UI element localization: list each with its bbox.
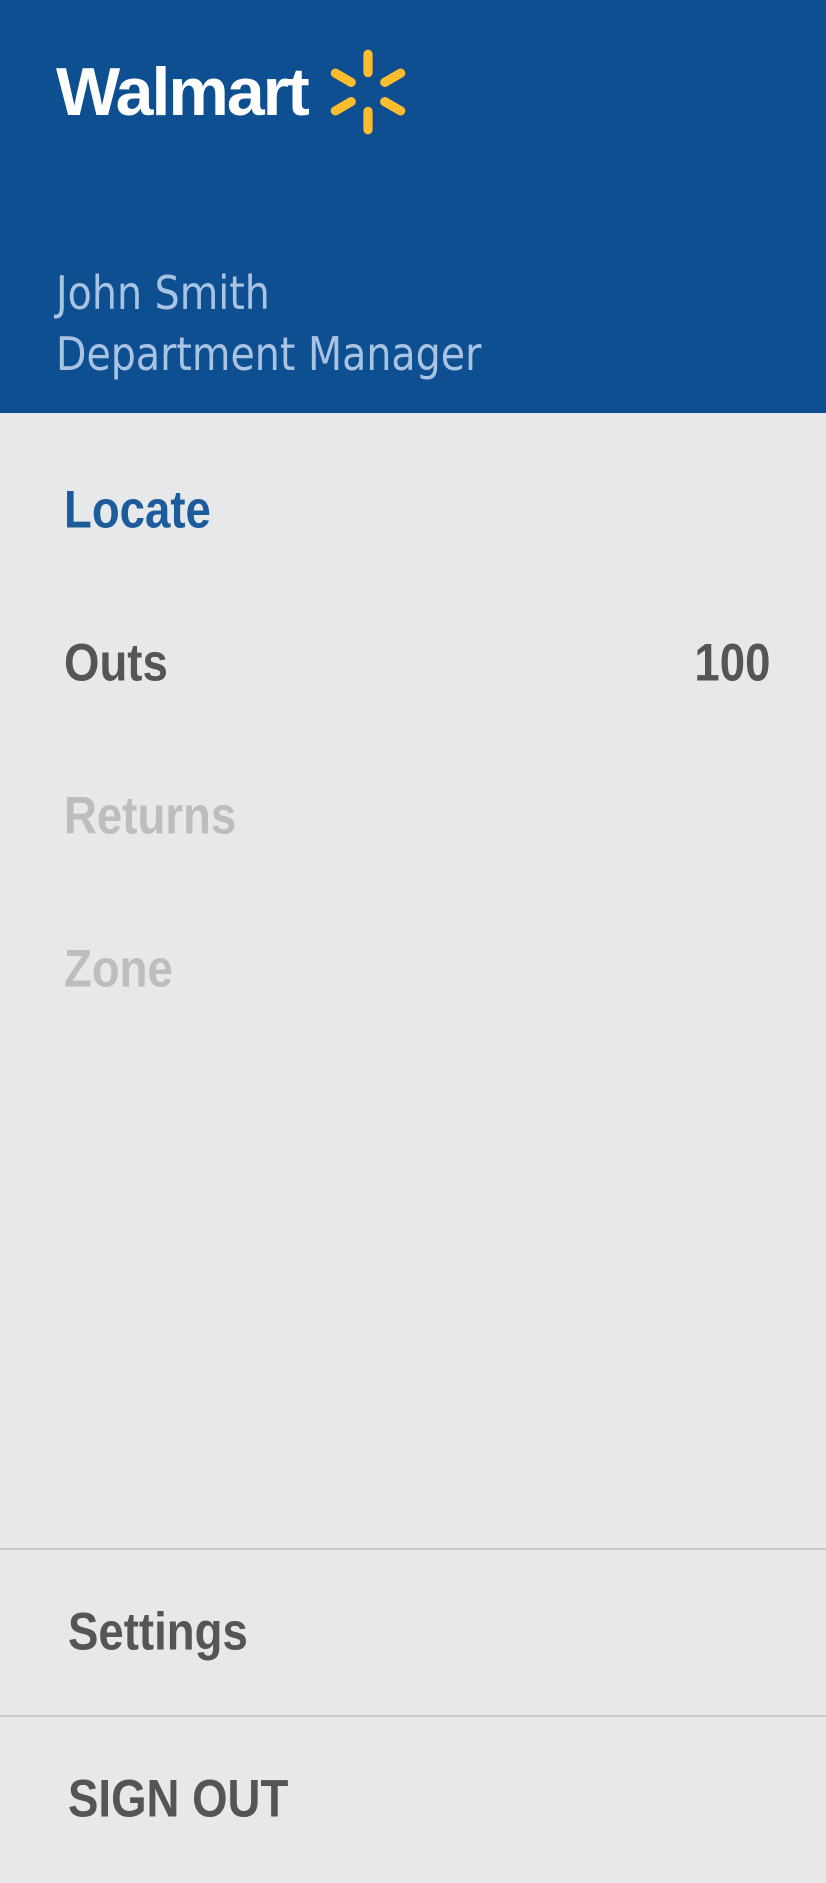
drawer-header: Walmart John Smith Department Manager (0, 0, 826, 413)
settings-label: Settings (68, 1602, 248, 1662)
menu-item-returns[interactable]: Returns (0, 756, 826, 876)
walmart-spark-icon (330, 49, 406, 135)
sign-out-button[interactable]: SIGN OUT (0, 1717, 826, 1881)
logo-text: Walmart (56, 54, 310, 130)
menu-item-label: Returns (64, 786, 237, 846)
menu-item-locate[interactable]: Locate (0, 450, 826, 570)
sign-out-label: SIGN OUT (68, 1769, 289, 1829)
walmart-logo: Walmart (56, 44, 414, 140)
user-role: Department Manager (56, 327, 482, 381)
menu-item-label: Outs (64, 633, 168, 693)
menu-item-zone[interactable]: Zone (0, 909, 826, 1029)
menu-item-label: Locate (64, 480, 211, 540)
user-name: John Smith (56, 266, 270, 320)
settings-button[interactable]: Settings (0, 1550, 826, 1714)
menu-item-outs[interactable]: Outs 100 (0, 603, 826, 723)
menu-item-label: Zone (64, 939, 173, 999)
outs-count: 100 (693, 633, 770, 693)
